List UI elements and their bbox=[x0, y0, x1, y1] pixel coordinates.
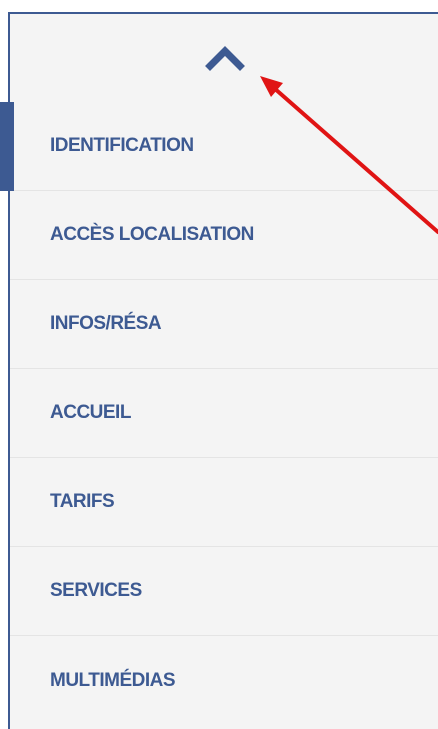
chevron-up-icon bbox=[205, 46, 245, 71]
menu-list: IDENTIFICATION ACCÈS LOCALISATION INFOS/… bbox=[0, 102, 438, 725]
active-indicator bbox=[0, 102, 14, 191]
menu-item-tarifs[interactable]: TARIFS bbox=[10, 458, 438, 547]
menu-item-label: ACCUEIL bbox=[50, 402, 131, 423]
menu-item-label: ACCÈS LOCALISATION bbox=[50, 224, 254, 245]
menu-item-services[interactable]: SERVICES bbox=[10, 547, 438, 636]
menu-item-acces-localisation[interactable]: ACCÈS LOCALISATION bbox=[10, 191, 438, 280]
side-menu-panel: IDENTIFICATION ACCÈS LOCALISATION INFOS/… bbox=[0, 12, 438, 729]
menu-item-label: IDENTIFICATION bbox=[50, 135, 194, 156]
menu-item-label: MULTIMÉDIAS bbox=[50, 669, 176, 691]
menu-item-identification[interactable]: IDENTIFICATION bbox=[0, 102, 438, 191]
menu-item-label: INFOS/RÉSA bbox=[50, 313, 162, 334]
menu-item-accueil[interactable]: ACCUEIL bbox=[10, 369, 438, 458]
menu-item-infos-resa[interactable]: INFOS/RÉSA bbox=[10, 280, 438, 369]
collapse-menu-button[interactable] bbox=[200, 36, 250, 76]
menu-item-label: SERVICES bbox=[50, 580, 142, 601]
menu-item-label: TARIFS bbox=[50, 491, 115, 512]
menu-item-multimedias[interactable]: MULTIMÉDIAS bbox=[10, 636, 438, 725]
